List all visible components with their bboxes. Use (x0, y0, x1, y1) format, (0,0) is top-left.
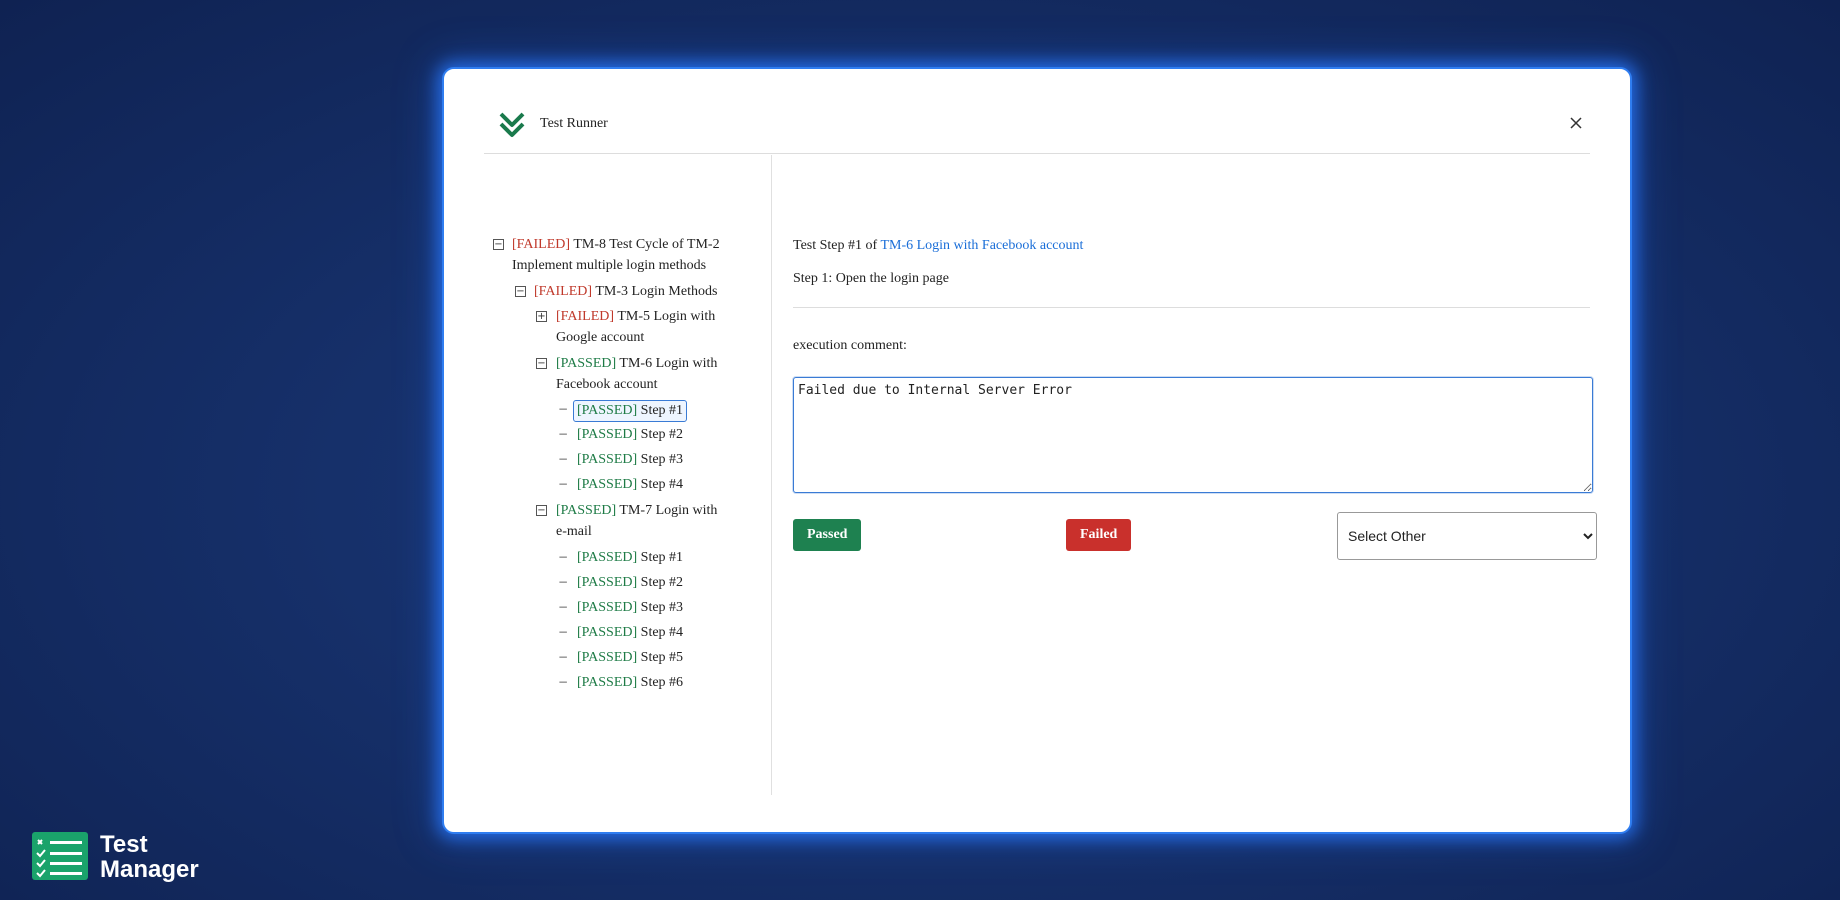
leaf-dash: − (558, 675, 569, 689)
step-label: Step #2 (640, 427, 684, 442)
test-runner-modal: Test Runner − [FAILED] TM-8 Test Cycle o… (442, 67, 1632, 834)
node-label: TM-3 Login Methods (595, 284, 718, 299)
status-label: [FAILED] (512, 237, 571, 252)
step-label: Step #3 (640, 600, 684, 615)
leaf-dash: − (558, 575, 569, 589)
brand-line-1: Test (100, 831, 148, 858)
node-label: TM-7 Login with (619, 503, 718, 518)
tree-step-tm6-3[interactable]: [PASSED] Step #3 (573, 450, 687, 470)
node-label-cont: Implement multiple login methods (512, 258, 707, 273)
tree-node-tm5[interactable]: [FAILED] TM-5 Login with Google account (556, 306, 746, 348)
tree-step-tm7-1[interactable]: [PASSED] Step #1 (573, 548, 687, 568)
step-label: Step #1 (640, 403, 684, 418)
status-label: [PASSED] (577, 550, 638, 565)
step-label: Step #4 (640, 625, 684, 640)
collapse-toggle-root[interactable]: − (493, 239, 504, 250)
tree-node-tm6[interactable]: [PASSED] TM-6 Login with Facebook accoun… (556, 353, 746, 395)
status-label: [PASSED] (577, 650, 638, 665)
brand-name: Test Manager (100, 832, 199, 882)
modal-title: Test Runner (540, 116, 608, 131)
leaf-dash: − (558, 452, 569, 466)
leaf-dash: − (558, 427, 569, 441)
leaf-dash: − (558, 600, 569, 614)
brand-line-2: Manager (100, 856, 199, 883)
leaf-dash: − (558, 650, 569, 664)
step-label: Step #1 (640, 550, 684, 565)
tree-step-tm7-5[interactable]: [PASSED] Step #5 (573, 648, 687, 668)
tree-step-tm7-4[interactable]: [PASSED] Step #4 (573, 623, 687, 643)
status-label: [PASSED] (577, 403, 638, 418)
step-header-prefix: Test Step #1 of (793, 238, 878, 253)
comment-label: execution comment: (793, 338, 907, 353)
status-label: [PASSED] (577, 625, 638, 640)
tree-step-tm7-3[interactable]: [PASSED] Step #3 (573, 598, 687, 618)
checklist-logo-icon (32, 832, 88, 880)
status-label: [PASSED] (556, 503, 617, 518)
tree-node-root[interactable]: [FAILED] TM-8 Test Cycle of TM-2 Impleme… (512, 234, 742, 276)
close-icon[interactable] (1566, 113, 1586, 133)
leaf-dash: − (558, 402, 569, 416)
passed-button[interactable]: Passed (793, 519, 862, 551)
step-label: Step #4 (640, 477, 684, 492)
tree-step-tm6-4[interactable]: [PASSED] Step #4 (573, 475, 687, 495)
step-label: Step #2 (640, 575, 684, 590)
step-description: Step 1: Open the login page (793, 271, 949, 286)
node-label: TM-6 Login with (619, 356, 718, 371)
collapse-toggle-tm3[interactable]: − (515, 286, 526, 297)
select-other-dropdown[interactable]: Select Other (1337, 512, 1597, 560)
tree-node-tm3[interactable]: [FAILED] TM-3 Login Methods (534, 281, 717, 302)
expand-toggle-tm5[interactable]: + (536, 311, 547, 322)
node-label-cont: e-mail (556, 524, 592, 539)
status-label: [PASSED] (556, 356, 617, 371)
node-label-cont: Google account (556, 330, 645, 345)
status-label: [PASSED] (577, 600, 638, 615)
leaf-dash: − (558, 477, 569, 491)
tree-step-tm6-2[interactable]: [PASSED] Step #2 (573, 425, 687, 445)
step-header: Test Step #1 of TM-6 Login with Facebook… (793, 238, 1083, 254)
leaf-dash: − (558, 550, 569, 564)
status-label: [PASSED] (577, 427, 638, 442)
divider (793, 307, 1590, 308)
tree-node-tm7[interactable]: [PASSED] TM-7 Login with e-mail (556, 500, 746, 542)
status-label: [FAILED] (556, 309, 615, 324)
failed-button[interactable]: Failed (1066, 519, 1132, 551)
step-label: Step #5 (640, 650, 684, 665)
node-label-cont: Facebook account (556, 377, 658, 392)
tree-step-tm7-6[interactable]: [PASSED] Step #6 (573, 673, 687, 693)
collapse-toggle-tm6[interactable]: − (536, 358, 547, 369)
collapse-toggle-tm7[interactable]: − (536, 505, 547, 516)
node-label: TM-5 Login with (617, 309, 716, 324)
tree-step-tm7-2[interactable]: [PASSED] Step #2 (573, 573, 687, 593)
step-label: Step #3 (640, 452, 684, 467)
status-label: [PASSED] (577, 575, 638, 590)
status-label: [PASSED] (577, 675, 638, 690)
modal-header: Test Runner (484, 107, 1590, 154)
leaf-dash: − (558, 625, 569, 639)
double-chevron-logo-icon (499, 112, 525, 137)
status-label: [PASSED] (577, 477, 638, 492)
status-label: [FAILED] (534, 284, 593, 299)
tree-step-tm6-1[interactable]: [PASSED] Step #1 (573, 400, 688, 422)
test-case-link[interactable]: TM-6 Login with Facebook account (880, 238, 1083, 253)
brand: Test Manager (32, 832, 199, 885)
test-tree: − [FAILED] TM-8 Test Cycle of TM-2 Imple… (484, 155, 772, 795)
node-label: TM-8 Test Cycle of TM-2 (573, 237, 720, 252)
status-label: [PASSED] (577, 452, 638, 467)
step-label: Step #6 (640, 675, 684, 690)
execution-comment-textarea[interactable] (793, 377, 1593, 493)
